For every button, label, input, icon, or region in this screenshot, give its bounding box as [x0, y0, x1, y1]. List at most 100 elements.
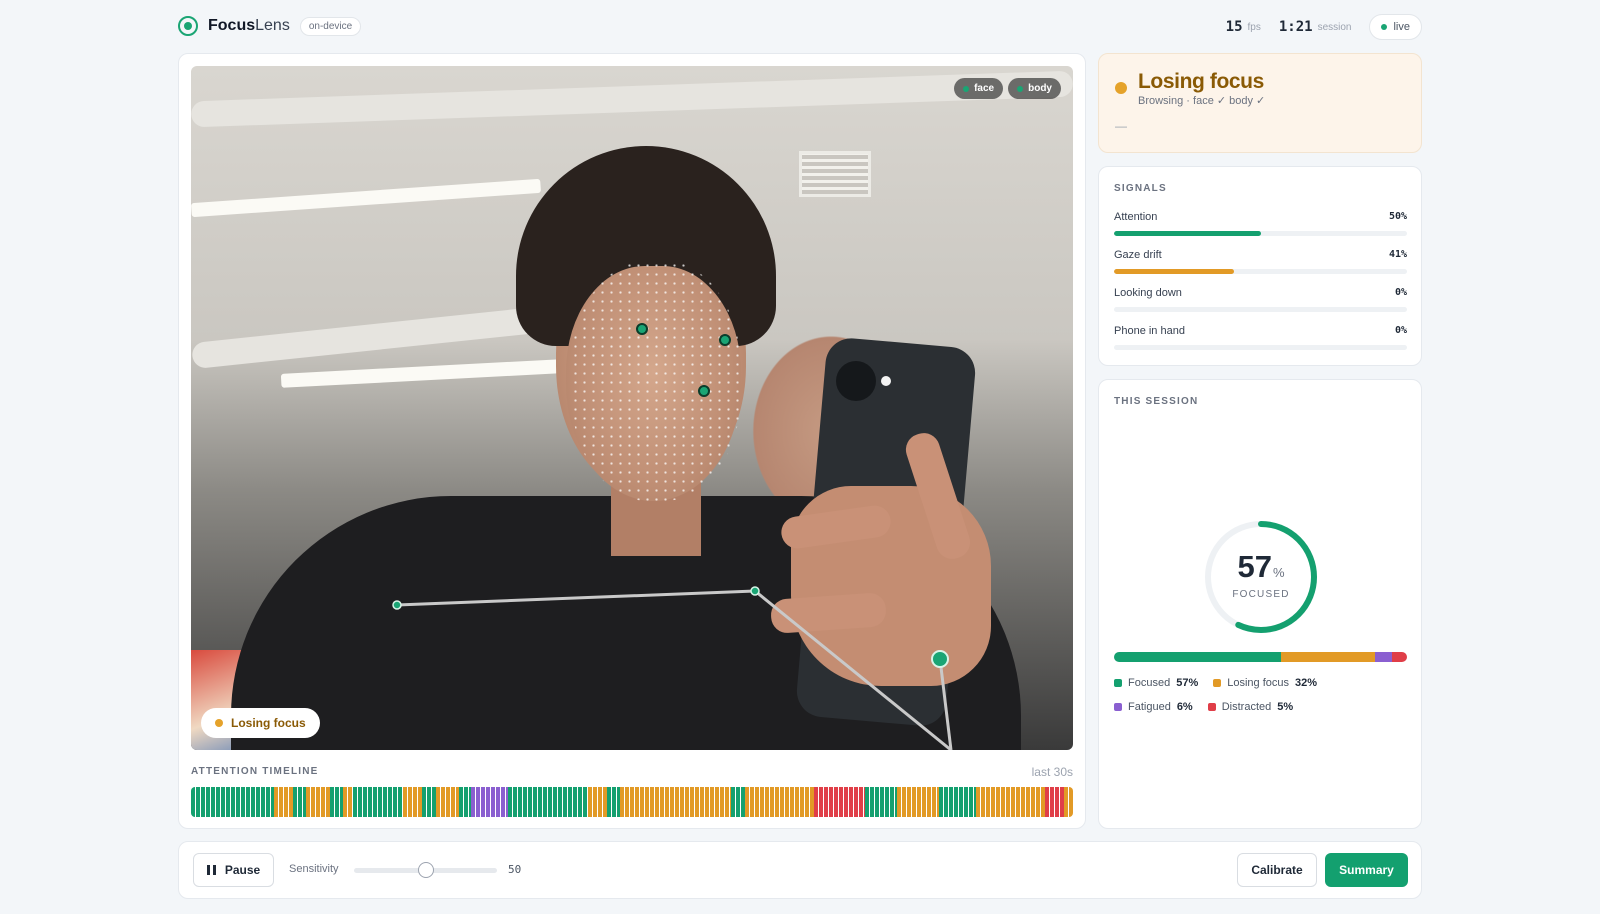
legend-distracted: Distracted 5% — [1207, 701, 1293, 713]
timeline-segment-focused — [731, 787, 745, 817]
timeline-segment-focused — [458, 787, 471, 817]
timeline-segment-losing — [745, 787, 815, 817]
timeline-segment-distracted — [1045, 787, 1064, 817]
sensitivity-label: Sensitivity — [289, 863, 339, 875]
timeline-segment-focused — [191, 787, 275, 817]
app-name: FocusLens — [208, 17, 290, 34]
losing-swatch — [1213, 679, 1222, 687]
body-dot-icon — [1017, 85, 1024, 92]
wrist-point — [931, 650, 949, 668]
distribution-segment-fatigued — [1374, 652, 1393, 662]
timeline-segment-losing — [588, 787, 607, 817]
timeline-segment-distracted — [814, 787, 866, 817]
signals-card: SIGNALS Attention 50% Gaze drift 41% Loo… — [1098, 166, 1422, 366]
eye-left-point — [636, 323, 648, 335]
focused-swatch — [1114, 679, 1122, 687]
timeline-segment-focused — [507, 787, 589, 817]
timeline-range: last 30s — [1031, 765, 1073, 779]
pause-icon — [206, 865, 216, 875]
attention-timeline — [191, 787, 1073, 817]
signal-name: Gaze drift — [1114, 249, 1162, 261]
signal-looking-down: Looking down 0% — [1114, 287, 1407, 317]
signal-fill — [1114, 231, 1261, 236]
shoulder-left-point — [392, 600, 402, 610]
sensitivity-value: 50 — [508, 863, 522, 876]
distribution-segment-distracted — [1392, 652, 1407, 662]
face-dot-icon — [963, 85, 970, 92]
signal-track — [1114, 345, 1407, 350]
timeline-segment-losing — [274, 787, 293, 817]
timeline-segment-losing — [975, 787, 1046, 817]
signal-attention: Attention 50% — [1114, 211, 1407, 241]
signal-name: Looking down — [1114, 287, 1182, 299]
fps-value: 15 — [1225, 19, 1243, 35]
camera-feed: face body Losing focus — [191, 66, 1073, 750]
legend-row: Focused 57% Losing focus 32% — [1114, 677, 1407, 689]
focus-ring: 57% FOCUSED — [1203, 519, 1319, 635]
timeline-segment-fatigued — [470, 787, 508, 817]
status-title: Losing focus — [1138, 70, 1264, 93]
timeline-segment-focused — [606, 787, 621, 817]
signal-phone-in-hand: Phone in hand 0% — [1114, 325, 1407, 355]
signal-name: Phone in hand — [1114, 325, 1185, 337]
timeline-segment-losing — [403, 787, 422, 817]
session-unit: session — [1317, 21, 1352, 33]
fatigued-swatch — [1114, 703, 1122, 711]
top-bar: FocusLens on-device 15 fps 1:21 session … — [178, 14, 1422, 40]
brand: FocusLens on-device — [178, 16, 362, 36]
session-card: THIS SESSION 57% FOCUSED Focused 57% Losi… — [1098, 379, 1422, 829]
signal-track — [1114, 307, 1407, 312]
controls-bar: Pause Sensitivity 50 Calibrate Summary — [178, 841, 1422, 899]
distribution-segment-focused — [1114, 652, 1281, 662]
signal-fill — [1114, 269, 1235, 274]
arm-line — [754, 589, 952, 750]
timeline-segment-losing — [306, 787, 330, 817]
timeline-segment-losing — [435, 787, 459, 817]
signal-value: 50% — [1388, 211, 1407, 222]
signal-value: 0% — [1394, 287, 1407, 298]
distribution-segment-losing — [1281, 652, 1375, 662]
live-label: live — [1393, 21, 1410, 33]
nose-point — [698, 385, 710, 397]
timeline-segment-focused — [865, 787, 898, 817]
shoulder-right-point — [750, 586, 760, 596]
status-note: — — [1115, 119, 1127, 133]
signal-track — [1114, 231, 1407, 236]
signal-gaze-drift: Gaze drift 41% — [1114, 249, 1407, 279]
on-device-badge: on-device — [299, 16, 362, 36]
face-chip: face — [954, 78, 1004, 99]
sensitivity-slider-thumb[interactable] — [417, 862, 434, 878]
state-dot-icon — [215, 719, 223, 727]
pause-button[interactable]: Pause — [193, 853, 274, 887]
status-card: Losing focus Browsing · face ✓ body ✓ — — [1098, 53, 1422, 153]
signal-value: 0% — [1394, 325, 1407, 336]
session-label: THIS SESSION — [1114, 396, 1199, 407]
timeline-segment-losing — [620, 787, 732, 817]
focused-percent: 57% — [1237, 549, 1285, 584]
timeline-segment-losing — [343, 787, 353, 817]
calibrate-button[interactable]: Calibrate — [1237, 853, 1317, 887]
header-stats: 15 fps 1:21 session live — [1226, 14, 1422, 40]
timeline-segment-focused — [329, 787, 344, 817]
timeline-segment-focused — [292, 787, 307, 817]
camera-panel: face body Losing focus ATTENTION TIMELIN… — [178, 53, 1086, 829]
timeline-title: ATTENTION TIMELINE — [191, 766, 319, 777]
pose-overlay — [392, 323, 953, 750]
timeline-header: ATTENTION TIMELINE last 30s — [191, 765, 1073, 780]
legend-focused: Focused 57% — [1114, 677, 1198, 689]
timeline-segment-focused — [938, 787, 976, 817]
summary-button[interactable]: Summary — [1325, 853, 1408, 887]
signal-track — [1114, 269, 1407, 274]
focused-caption: FOCUSED — [1232, 589, 1290, 600]
legend-losing-focus: Losing focus 32% — [1213, 677, 1317, 689]
body-chip: body — [1008, 78, 1061, 99]
shoulder-line — [396, 589, 756, 607]
status-dot-icon — [1115, 82, 1127, 94]
sensitivity-slider[interactable] — [354, 862, 497, 878]
legend-row: Fatigued 6% Distracted 5% — [1114, 701, 1407, 713]
timeline-segment-focused — [352, 787, 404, 817]
state-pill: Losing focus — [201, 708, 320, 738]
distracted-swatch — [1207, 703, 1216, 711]
target-icon — [178, 16, 198, 36]
status-subtitle: Browsing · face ✓ body ✓ — [1138, 95, 1266, 107]
